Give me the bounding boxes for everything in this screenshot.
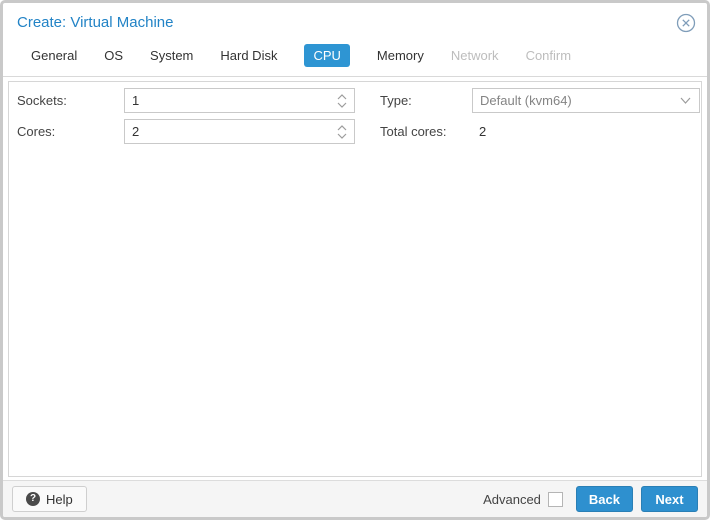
cpu-form-panel: Sockets: 1 Cores: 2 Type: Default (kvm64… <box>8 81 702 477</box>
cores-label: Cores: <box>17 124 56 139</box>
cores-spinner[interactable]: 2 <box>124 119 355 144</box>
question-mark-icon: ? <box>26 492 40 506</box>
tab-confirm: Confirm <box>525 48 572 63</box>
tab-system[interactable]: System <box>150 44 193 67</box>
dialog-title: Create: Virtual Machine <box>17 14 174 31</box>
sockets-spin-buttons[interactable] <box>337 93 354 108</box>
type-value[interactable]: Default (kvm64) <box>473 93 680 108</box>
help-button[interactable]: ? Help <box>12 486 87 512</box>
next-button[interactable]: Next <box>641 486 698 512</box>
close-icon[interactable] <box>676 13 696 33</box>
dialog-footer: ? Help Advanced Back Next <box>3 480 707 517</box>
footer-actions: Advanced Back Next <box>483 486 698 512</box>
tab-hard-disk[interactable]: Hard Disk <box>220 44 277 67</box>
type-dropdown[interactable]: Default (kvm64) <box>472 88 700 113</box>
tab-memory[interactable]: Memory <box>377 44 424 67</box>
chevron-down-icon <box>337 102 347 108</box>
create-vm-dialog: Create: Virtual Machine General OS Syste… <box>0 0 710 520</box>
help-button-label: Help <box>46 491 73 507</box>
wizard-tab-bar: General OS System Hard Disk CPU Memory N… <box>3 36 707 77</box>
back-button[interactable]: Back <box>575 486 633 512</box>
advanced-label: Advanced <box>483 491 541 507</box>
tab-cpu[interactable]: CPU <box>304 44 350 67</box>
chevron-up-icon <box>337 124 347 130</box>
tab-general[interactable]: General <box>31 44 77 67</box>
type-label: Type: <box>380 93 412 108</box>
tab-network: Network <box>450 48 499 63</box>
advanced-checkbox[interactable] <box>547 491 563 507</box>
chevron-down-icon <box>337 133 347 139</box>
chevron-down-icon <box>680 97 691 104</box>
chevron-up-icon <box>337 93 347 99</box>
sockets-label: Sockets: <box>17 93 67 108</box>
sockets-spinner[interactable]: 1 <box>124 88 355 113</box>
dialog-header: Create: Virtual Machine <box>3 3 707 36</box>
cores-value[interactable]: 2 <box>125 124 337 139</box>
cores-spin-buttons[interactable] <box>337 124 354 139</box>
total-cores-value: 2 <box>479 124 487 139</box>
tab-os[interactable]: OS <box>104 44 123 67</box>
sockets-value[interactable]: 1 <box>125 93 337 108</box>
dropdown-trigger[interactable] <box>680 97 699 104</box>
total-cores-label: Total cores: <box>380 124 447 139</box>
